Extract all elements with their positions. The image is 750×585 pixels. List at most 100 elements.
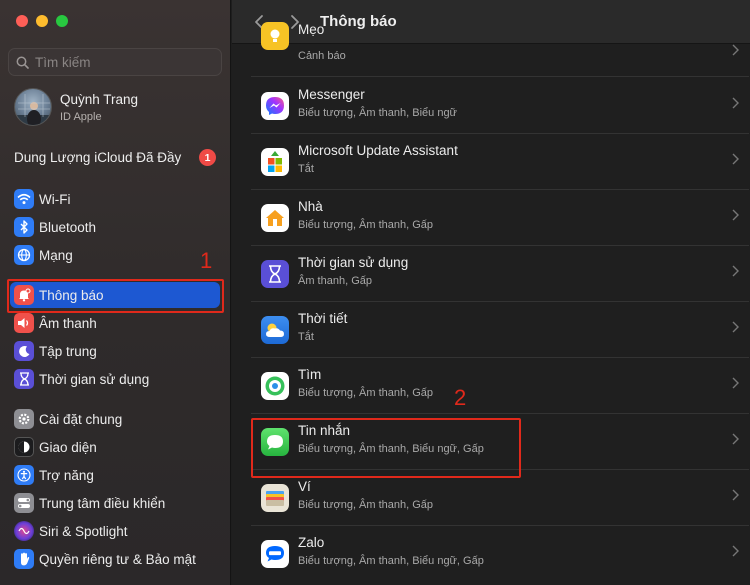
list-item[interactable]: Mẹo Cảnh báo (251, 18, 749, 77)
hand-icon (14, 549, 34, 569)
chevron-right-icon (732, 153, 739, 165)
sidebar-item-label: Wi-Fi (39, 191, 71, 207)
sidebar-item-sound[interactable]: Âm thanh (10, 310, 220, 336)
messenger-icon (261, 92, 289, 120)
search-icon (16, 56, 29, 69)
wifi-icon (14, 189, 34, 209)
sidebar-item-privacy-security[interactable]: Quyền riêng tư & Bảo mật (10, 546, 220, 572)
app-name: Ví (298, 479, 311, 494)
app-notification-status: Tắt (298, 163, 314, 175)
sidebar-item-label: Âm thanh (39, 315, 97, 331)
app-name: Microsoft Update Assistant (298, 143, 458, 158)
app-notification-status: Biểu tượng, Âm thanh, Gấp (298, 499, 434, 511)
siri-icon (14, 521, 34, 541)
icloud-storage-label: Dung Lượng iCloud Đã Đầy (14, 150, 182, 165)
app-name: Messenger (298, 87, 365, 102)
window-controls (16, 15, 68, 27)
sidebar-item-accessibility[interactable]: Trợ năng (10, 462, 220, 488)
tips-icon (261, 22, 289, 50)
sidebar-item-focus[interactable]: Tập trung (10, 338, 220, 364)
sidebar-item-control-center[interactable]: Trung tâm điều khiển (10, 490, 220, 516)
app-notification-status: Âm thanh, Gấp (298, 275, 372, 287)
search-field[interactable] (8, 48, 222, 76)
weather-icon (261, 316, 289, 344)
minimize-window-button[interactable] (36, 15, 48, 27)
profile-subtitle: ID Apple (60, 110, 102, 123)
app-name: Tìm (298, 367, 322, 382)
sidebar-item-label: Quyền riêng tư & Bảo mật (39, 551, 196, 567)
list-item[interactable]: Tìm Biểu tượng, Âm thanh, Gấp (251, 358, 749, 414)
search-input[interactable] (35, 54, 215, 70)
sidebar-item-bluetooth[interactable]: Bluetooth (10, 214, 220, 240)
maximize-window-button[interactable] (56, 15, 68, 27)
profile-name: Quỳnh Trang (60, 91, 139, 107)
app-notification-status: Tắt (298, 331, 314, 343)
sidebar-item-label: Trợ năng (39, 467, 94, 483)
sidebar-item-appearance[interactable]: Giao diện (10, 434, 220, 460)
sidebar-item-screen-time[interactable]: Thời gian sử dụng (10, 366, 220, 392)
avatar (14, 88, 52, 126)
speaker-icon (14, 313, 34, 333)
sidebar-item-label: Thời gian sử dụng (39, 371, 150, 387)
find-my-icon (261, 372, 289, 400)
sidebar-item-label: Tập trung (39, 343, 97, 359)
close-window-button[interactable] (16, 15, 28, 27)
sidebar-item-wifi[interactable]: Wi-Fi (10, 186, 220, 212)
chevron-right-icon (732, 44, 739, 56)
annotation-highlight-box (251, 418, 521, 478)
sidebar-item-network[interactable]: Mạng (10, 242, 220, 268)
sidebar-item-label: Bluetooth (39, 219, 97, 235)
control-center-icon (14, 493, 34, 513)
chevron-right-icon (732, 321, 739, 333)
app-notification-status: Biểu tượng, Âm thanh, Gấp (298, 387, 434, 399)
moon-icon (14, 341, 34, 361)
hourglass-icon (14, 369, 34, 389)
bluetooth-icon (14, 217, 34, 237)
sidebar-item-siri-spotlight[interactable]: Siri & Spotlight (10, 518, 220, 544)
list-item[interactable]: Thời gian sử dụng Âm thanh, Gấp (251, 246, 749, 302)
globe-icon (14, 245, 34, 265)
home-icon (261, 204, 289, 232)
chevron-right-icon (732, 433, 739, 445)
annotation-highlight-box (7, 279, 224, 313)
chevron-right-icon (732, 97, 739, 109)
app-name: Zalo (298, 535, 325, 550)
sidebar-item-label: Trung tâm điều khiển (39, 495, 166, 511)
sidebar-item-label: Giao diện (39, 439, 97, 455)
list-item[interactable]: Microsoft Update Assistant Tắt (251, 134, 749, 190)
screen-time-icon (261, 260, 289, 288)
accessibility-icon (14, 465, 34, 485)
annotation-number-1: 1 (200, 248, 213, 273)
chevron-right-icon (732, 377, 739, 389)
app-name: Mẹo (298, 22, 325, 37)
app-notification-status: Biểu tượng, Âm thanh, Biểu ngữ (298, 107, 457, 119)
sidebar-item-label: Mạng (39, 247, 73, 263)
microsoft-update-icon (261, 148, 289, 176)
appearance-icon (14, 437, 34, 457)
app-notification-status: Biểu tượng, Âm thanh, Gấp (298, 219, 434, 231)
list-item[interactable]: Zalo Biểu tượng, Âm thanh, Biểu ngữ, Gấp (251, 526, 749, 582)
gear-icon (14, 409, 34, 429)
chevron-right-icon (732, 209, 739, 221)
list-item[interactable]: Messenger Biểu tượng, Âm thanh, Biểu ngữ (251, 78, 749, 134)
chevron-right-icon (732, 265, 739, 277)
sidebar-item-label: Siri & Spotlight (39, 523, 128, 539)
app-name: Nhà (298, 199, 323, 214)
sidebar-item-label: Cài đặt chung (39, 411, 123, 427)
main-content: Thông báo Mẹo Cảnh báo Messenger Biểu tư… (232, 0, 750, 585)
app-notification-status: Cảnh báo (298, 50, 346, 62)
zalo-icon (261, 540, 289, 568)
app-name: Thời tiết (298, 311, 348, 326)
list-item[interactable]: Ví Biểu tượng, Âm thanh, Gấp (251, 470, 749, 526)
icloud-storage-full-item[interactable]: Dung Lượng iCloud Đã Đầy 1 (14, 149, 216, 166)
app-name: Thời gian sử dụng (298, 255, 409, 270)
chevron-right-icon (732, 489, 739, 501)
list-item[interactable]: Thời tiết Tắt (251, 302, 749, 358)
chevron-right-icon (732, 545, 739, 557)
apple-id-profile[interactable]: Quỳnh Trang ID Apple (14, 88, 138, 126)
annotation-number-2: 2 (454, 385, 467, 410)
list-item[interactable]: Nhà Biểu tượng, Âm thanh, Gấp (251, 190, 749, 246)
wallet-icon (261, 484, 289, 512)
app-notification-status: Biểu tượng, Âm thanh, Biểu ngữ, Gấp (298, 555, 484, 567)
sidebar-item-general[interactable]: Cài đặt chung (10, 406, 220, 432)
